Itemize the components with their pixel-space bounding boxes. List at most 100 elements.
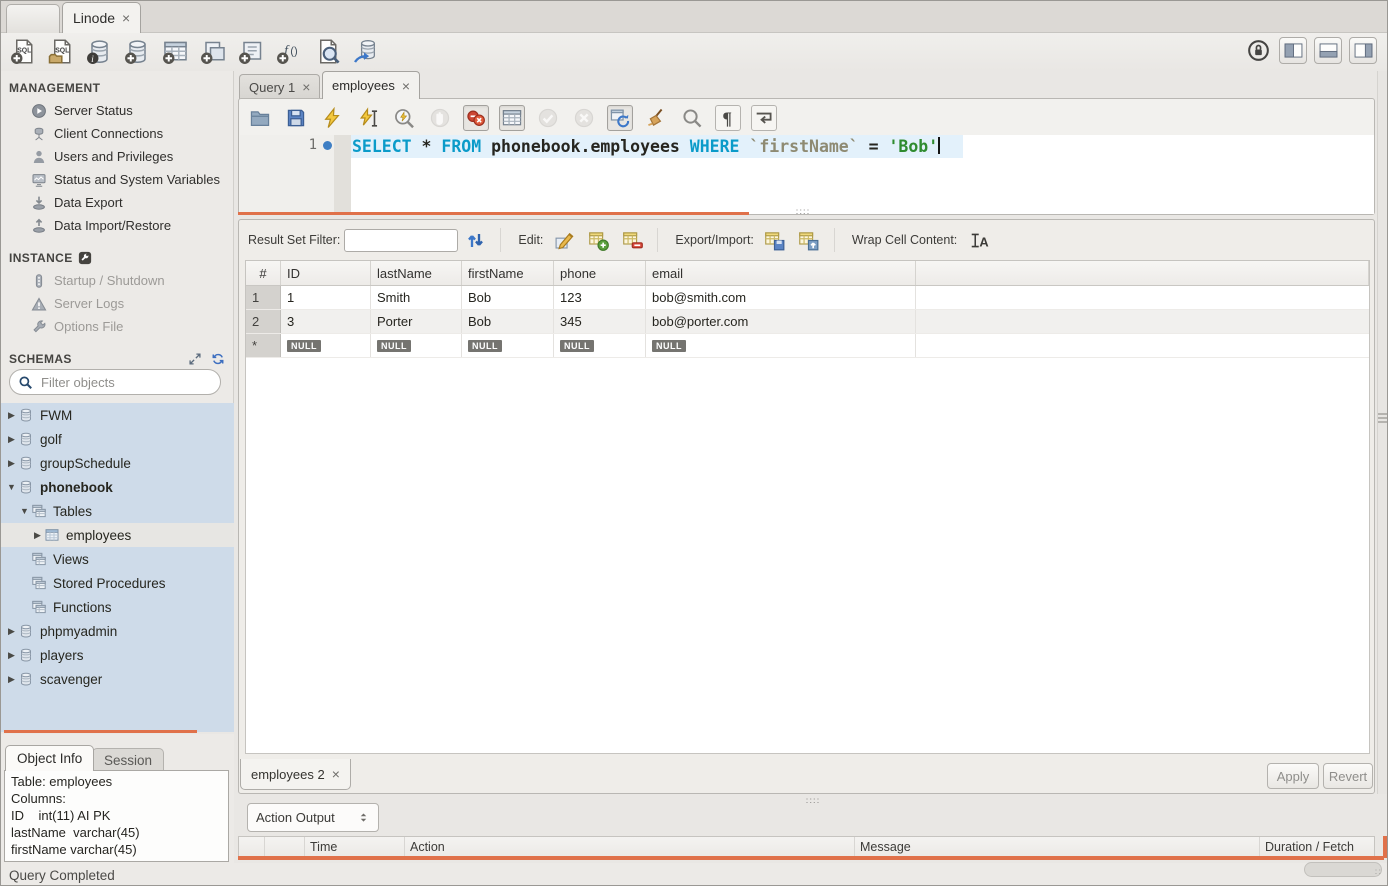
chevron-right-icon[interactable]: ▶ [5,410,18,421]
save-button[interactable] [283,105,309,131]
tab-employees-close-icon[interactable]: × [402,79,410,93]
chevron-down-icon[interactable]: ▼ [18,506,31,516]
chevron-right-icon[interactable]: ▶ [5,626,18,637]
editor-splitter-grip[interactable]: ∷∷ [796,207,810,218]
autocommit-button[interactable] [607,105,633,131]
tree-node-players[interactable]: ▶players [1,643,234,667]
create-function-button[interactable]: f() [275,36,304,66]
sidebar-item-server-logs[interactable]: Server Logs [1,292,234,315]
tree-node-fwm[interactable]: ▶FWM [1,403,234,427]
table-cell[interactable]: 1 [281,286,371,309]
execute-current-button[interactable] [355,105,381,131]
schema-filter-input[interactable] [39,374,199,391]
sidebar-item-data-export[interactable]: Data Export [1,191,234,214]
table-cell[interactable]: NULL [462,334,554,357]
tab-employees[interactable]: employees × [322,71,420,99]
tab-object-info[interactable]: Object Info [5,745,94,771]
output-column-empty[interactable] [239,837,265,856]
right-panel-grip[interactable] [1378,411,1388,425]
result-set-tab-close-icon[interactable]: × [332,767,340,781]
tree-node-stored-procedures[interactable]: Stored Procedures [1,571,234,595]
refresh-schemas-icon[interactable] [211,352,225,366]
execute-button[interactable] [319,105,345,131]
column-header-firstname[interactable]: firstName [462,261,554,285]
open-file-button[interactable] [247,105,273,131]
tree-node-phpmyadmin[interactable]: ▶phpmyadmin [1,619,234,643]
chevron-right-icon[interactable]: ▶ [5,674,18,685]
sidebar-item-users-and-privileges[interactable]: Users and Privileges [1,145,234,168]
output-column-time[interactable]: Time [305,837,405,856]
sidebar-item-options-file[interactable]: Options File [1,315,234,338]
result-set-filter-input[interactable] [344,229,458,252]
tree-node-phonebook[interactable]: ▼phonebook [1,475,234,499]
sidebar-item-startup-shutdown[interactable]: Startup / Shutdown [1,269,234,292]
tab-query-1[interactable]: Query 1 × [239,74,320,99]
create-table-button[interactable] [161,36,190,66]
apply-button[interactable]: Apply [1267,763,1319,789]
toggle-right-sidebar-button[interactable] [1349,37,1377,64]
search-data-button[interactable] [313,36,342,66]
tree-node-groupschedule[interactable]: ▶groupSchedule [1,451,234,475]
connection-tab-close-icon[interactable]: × [122,11,130,25]
column-header-id[interactable]: ID [281,261,371,285]
output-splitter-grip[interactable]: ∷∷ [806,796,820,807]
row-number-cell[interactable]: * [246,334,281,357]
table-cell[interactable]: bob@smith.com [646,286,916,309]
tree-node-functions[interactable]: Functions [1,595,234,619]
stop-button[interactable] [427,105,453,131]
chevron-right-icon[interactable]: ▶ [5,458,18,469]
inspect-database-button[interactable]: i [85,36,114,66]
column-header-[interactable]: # [246,261,281,285]
create-view-button[interactable] [199,36,228,66]
beautify-button[interactable] [643,105,669,131]
column-header-phone[interactable]: phone [554,261,646,285]
tab-query-1-close-icon[interactable]: × [302,80,310,94]
tree-node-tables[interactable]: ▼Tables [1,499,234,523]
sql-statement[interactable]: SELECT * FROM phonebook.employees WHERE … [352,136,940,157]
tree-node-scavenger[interactable]: ▶scavenger [1,667,234,691]
table-row[interactable]: 11SmithBob123bob@smith.com [246,286,1369,310]
toggle-left-sidebar-button[interactable] [1279,37,1307,64]
expand-schemas-icon[interactable] [188,352,202,366]
resize-grip[interactable]: ∷ [1375,867,1382,878]
toggle-bottom-panel-button[interactable] [1314,37,1342,64]
table-cell[interactable]: Bob [462,286,554,309]
table-cell[interactable]: Smith [371,286,462,309]
revert-button[interactable]: Revert [1323,763,1373,789]
output-column-action[interactable]: Action [405,837,855,856]
table-cell[interactable]: Porter [371,310,462,333]
table-cell[interactable]: 345 [554,310,646,333]
row-number-cell[interactable]: 2 [246,310,281,333]
output-column-empty[interactable] [265,837,305,856]
home-tab-button[interactable] [6,4,60,33]
row-number-cell[interactable]: 1 [246,286,281,309]
table-cell[interactable]: NULL [371,334,462,357]
tree-node-employees[interactable]: ▶employees [1,523,234,547]
chevron-right-icon[interactable]: ▶ [5,650,18,661]
export-recordset-icon[interactable] [762,227,788,253]
stop-on-error-button[interactable] [463,105,489,131]
commit-button[interactable] [535,105,561,131]
table-cell[interactable]: bob@porter.com [646,310,916,333]
edit-cell-icon[interactable] [551,227,577,253]
tab-session[interactable]: Session [92,748,164,771]
invisibles-button[interactable]: ¶ [715,105,741,131]
horizontal-scrollbar[interactable] [1304,862,1382,877]
find-button[interactable] [679,105,705,131]
chevron-down-icon[interactable]: ▼ [5,482,18,492]
table-cell[interactable]: NULL [646,334,916,357]
sidebar-item-server-status[interactable]: Server Status [1,99,234,122]
import-records-icon[interactable] [796,227,822,253]
sidebar-item-data-import-restore[interactable]: Data Import/Restore [1,214,234,237]
output-selector[interactable]: Action Output [247,803,379,832]
table-cell[interactable]: NULL [554,334,646,357]
chevron-right-icon[interactable]: ▶ [5,434,18,445]
table-row[interactable]: 23PorterBob345bob@porter.com [246,310,1369,334]
refresh-grid-icon[interactable] [462,227,488,253]
column-header-email[interactable]: email [646,261,916,285]
new-sql-tab-button[interactable]: SQL [9,36,38,66]
output-column-message[interactable]: Message [855,837,1260,856]
chevron-right-icon[interactable]: ▶ [31,530,44,541]
sidebar-item-status-and-system-variables[interactable]: Status and System Variables [1,168,234,191]
open-sql-script-button[interactable]: SQL [47,36,76,66]
